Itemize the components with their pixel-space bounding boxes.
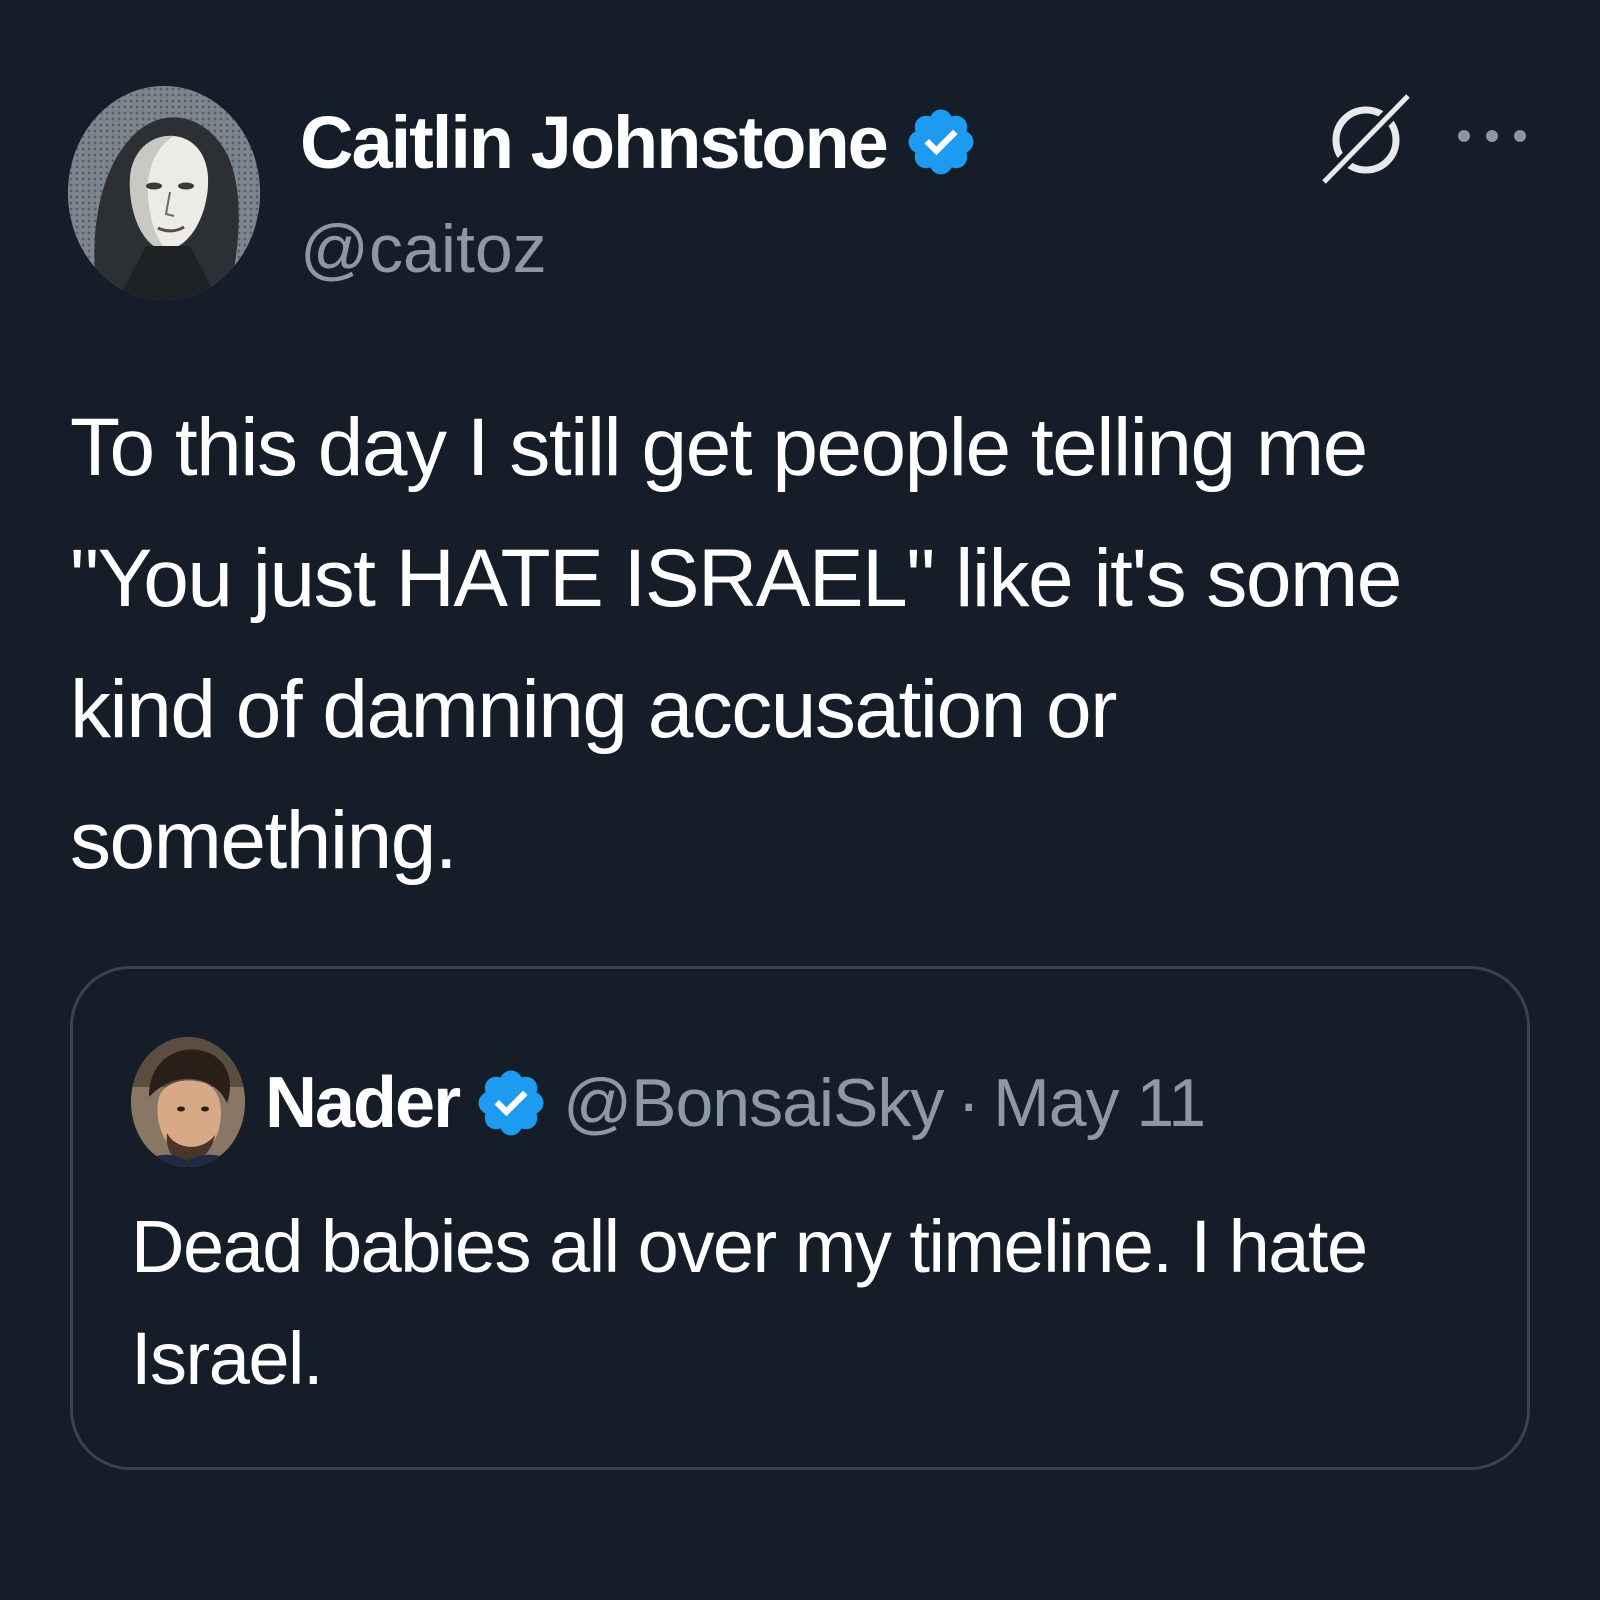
author-avatar-image [68,86,260,300]
author-handle[interactable]: @caitoz [300,210,547,288]
quoted-tweet-text: Dead babies all over my timeline. I hate… [131,1205,1368,1400]
quoted-author-display-name[interactable]: Nader [265,1062,461,1144]
more-options-icon[interactable] [1452,116,1532,156]
quoted-tweet-date[interactable]: May 11 [993,1064,1206,1142]
tweet-text: To this day I still get people telling m… [70,402,1423,886]
quoted-tweet-header: Nader @BonsaiSky · May 11 [265,1053,1206,1153]
quoted-verified-badge-icon[interactable] [473,1065,549,1141]
verified-badge-icon[interactable] [903,104,979,180]
tweet: Caitlin Johnstone @caitoz To this day I … [0,0,1600,1600]
grok-icon[interactable] [1318,88,1418,188]
quoted-author-avatar[interactable] [131,1037,245,1167]
author-avatar[interactable] [68,86,260,300]
quoted-tweet-meta: @BonsaiSky · May 11 [563,1064,1206,1142]
quoted-tweet-card[interactable]: Nader @BonsaiSky · May 11 Dead babies al… [70,966,1530,1470]
author-display-name[interactable]: Caitlin Johnstone [300,100,889,185]
author-name-row: Caitlin Johnstone [300,92,979,192]
quoted-author-handle[interactable]: @BonsaiSky [563,1064,944,1142]
meta-separator: · [957,1065,980,1141]
quoted-author-avatar-image [131,1037,245,1167]
